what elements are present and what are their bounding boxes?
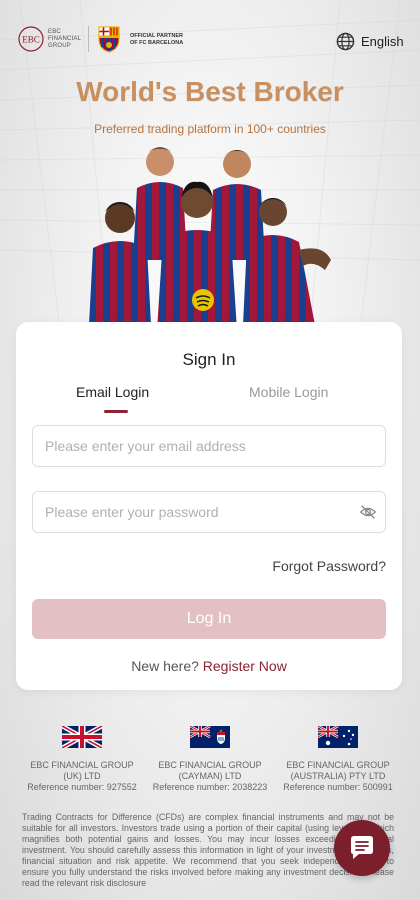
logo-divider	[88, 26, 89, 52]
forgot-password-link[interactable]: Forgot Password?	[272, 558, 386, 574]
australia-flag-icon	[318, 726, 358, 748]
chat-icon	[351, 836, 373, 859]
entity-cayman: EBC FINANCIAL GROUP (CAYMAN) LTD Referen…	[148, 726, 272, 793]
ebc-logo-mark: EBC	[18, 26, 44, 52]
active-tab-indicator	[104, 410, 128, 413]
entity-ref: Reference number: 927552	[27, 782, 137, 792]
entity-ref: Reference number: 500991	[283, 782, 393, 792]
hero-headline: World's Best Broker	[76, 76, 344, 107]
ebc-logo-line-2: FINANCIAL	[48, 35, 82, 42]
password-input[interactable]	[32, 491, 386, 533]
partner-line-1: OFFICIAL PARTNER	[130, 33, 183, 39]
login-page: EBC EBC FINANCIAL GROUP OFFICIAL PARTNER…	[0, 0, 420, 900]
entity-uk: EBC FINANCIAL GROUP (UK) LTD Reference n…	[20, 726, 144, 793]
hero-subheadline: Preferred trading platform in 100+ count…	[94, 122, 326, 136]
cayman-flag-icon	[190, 726, 230, 748]
entity-ref: Reference number: 2038223	[152, 782, 268, 792]
register-prompt: New here?	[131, 658, 199, 674]
chat-button[interactable]	[334, 820, 390, 876]
players-image	[89, 147, 331, 330]
partner-text: OFFICIAL PARTNER OF FC BARCELONA	[130, 33, 183, 47]
tab-email-login[interactable]: Email Login	[76, 384, 149, 400]
entity-australia: EBC FINANCIAL GROUP (AUSTRALIA) PTY LTD …	[276, 726, 400, 793]
email-input[interactable]	[32, 425, 386, 467]
signin-card: Sign In Email Login Mobile Login Forgot …	[16, 322, 402, 690]
partner-line-2: OF FC BARCELONA	[130, 40, 184, 46]
header: EBC EBC FINANCIAL GROUP OFFICIAL PARTNER…	[0, 0, 420, 80]
entities-list: EBC FINANCIAL GROUP (UK) LTD Reference n…	[20, 726, 400, 793]
fcb-crest-logo	[98, 26, 120, 53]
eye-off-icon[interactable]	[359, 503, 377, 521]
entity-name: EBC FINANCIAL GROUP (UK) LTD	[30, 760, 134, 781]
signin-title: Sign In	[182, 350, 236, 369]
entity-name: EBC FINANCIAL GROUP (CAYMAN) LTD	[158, 760, 262, 781]
login-button[interactable]: Log In	[32, 599, 386, 639]
ebc-logo-text: EBC FINANCIAL GROUP	[48, 29, 81, 50]
uk-flag-icon	[62, 726, 102, 748]
globe-icon	[336, 32, 355, 51]
tab-mobile-login[interactable]: Mobile Login	[249, 384, 328, 400]
ebc-logo-line-1: EBC	[48, 28, 61, 35]
svg-text:EBC: EBC	[22, 35, 40, 45]
ebc-logo[interactable]: EBC EBC FINANCIAL GROUP	[18, 26, 81, 52]
register-line: New here? Register Now	[16, 658, 402, 674]
register-now-link[interactable]: Register Now	[203, 658, 287, 674]
language-selector[interactable]: English	[336, 32, 404, 51]
language-label: English	[361, 34, 404, 49]
entity-name: EBC FINANCIAL GROUP (AUSTRALIA) PTY LTD	[286, 760, 390, 781]
ebc-logo-line-3: GROUP	[48, 42, 72, 49]
